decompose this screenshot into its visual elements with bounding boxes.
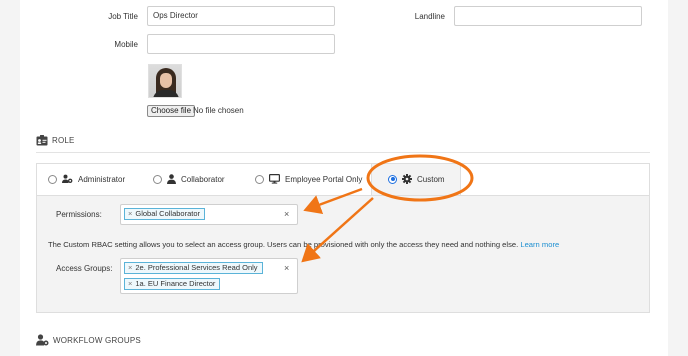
job-title-input[interactable]: Ops Director — [147, 6, 335, 26]
custom-label: Custom — [417, 174, 445, 184]
employee-portal-radio[interactable] — [255, 174, 264, 184]
employee-portal-label: Employee Portal Only — [285, 174, 363, 184]
clear-permissions-icon[interactable]: × — [284, 209, 289, 219]
permission-tag-label: Global Collaborator — [135, 209, 201, 218]
avatar — [148, 64, 182, 98]
id-badge-icon — [36, 135, 48, 146]
access-group-tag-label: 1a. EU Finance Director — [135, 279, 216, 288]
role-heading-text: ROLE — [52, 136, 75, 145]
landline-label: Landline — [414, 12, 445, 21]
role-divider — [36, 152, 650, 153]
learn-more-link[interactable]: Learn more — [520, 240, 559, 249]
mobile-label: Mobile — [114, 40, 138, 49]
choose-file-button[interactable]: Choose file — [147, 105, 196, 117]
clear-access-groups-icon[interactable]: × — [284, 263, 289, 273]
role-option-collaborator[interactable]: Collaborator — [153, 174, 225, 184]
role-option-custom[interactable]: Custom — [388, 174, 445, 184]
role-heading: ROLE — [36, 135, 75, 146]
user-cog-icon — [36, 334, 49, 346]
administrator-radio[interactable] — [48, 174, 57, 184]
remove-tag-icon[interactable]: × — [128, 209, 132, 218]
role-option-administrator[interactable]: Administrator — [48, 174, 125, 184]
access-group-tag-label: 2e. Professional Services Read Only — [135, 263, 258, 272]
mobile-input[interactable] — [147, 34, 335, 54]
users-cog-icon — [62, 174, 73, 183]
administrator-label: Administrator — [78, 174, 126, 184]
collaborator-label: Collaborator — [181, 174, 225, 184]
landline-input[interactable] — [454, 6, 642, 26]
custom-rbac-info: The Custom RBAC setting allows you to se… — [48, 240, 559, 249]
monitor-icon — [269, 174, 280, 184]
gear-icon — [402, 174, 412, 184]
no-file-text: No file chosen — [193, 106, 244, 115]
job-title-label: Job Title — [108, 12, 138, 21]
access-group-tag: × 2e. Professional Services Read Only — [124, 262, 263, 274]
workflow-groups-heading-text: WORKFLOW GROUPS — [53, 335, 141, 345]
access-group-tag: × 1a. EU Finance Director — [124, 278, 221, 290]
remove-tag-icon[interactable]: × — [128, 279, 132, 288]
user-icon — [167, 174, 176, 184]
info-text: The Custom RBAC setting allows you to se… — [48, 240, 519, 249]
permission-tag: × Global Collaborator — [124, 208, 206, 220]
permissions-label: Permissions: — [56, 210, 102, 219]
access-groups-label: Access Groups: — [56, 264, 113, 273]
role-option-employee-portal[interactable]: Employee Portal Only — [255, 174, 362, 184]
collaborator-radio[interactable] — [153, 174, 162, 184]
workflow-groups-heading: WORKFLOW GROUPS — [36, 334, 141, 346]
custom-radio[interactable] — [388, 174, 397, 184]
remove-tag-icon[interactable]: × — [128, 263, 132, 272]
